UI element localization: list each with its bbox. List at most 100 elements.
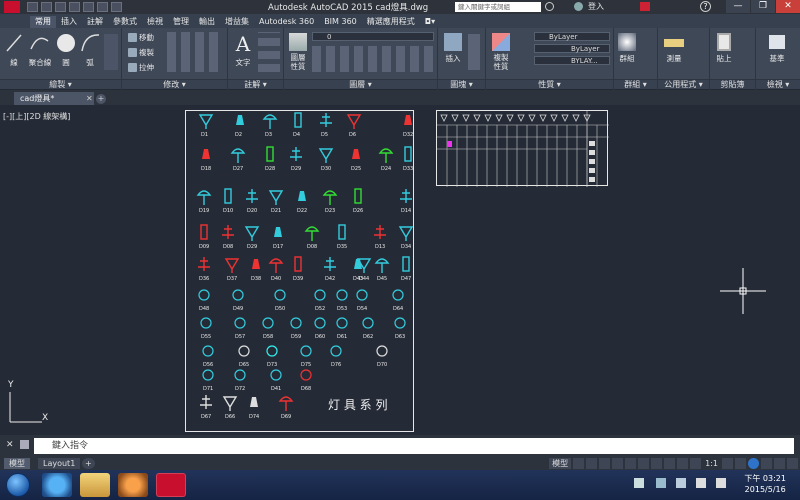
draw-panel-label[interactable]: 繪製 ▾ [0,79,121,89]
customize-icon[interactable] [787,457,798,469]
customize-command-icon[interactable] [20,440,29,449]
lamp-symbol[interactable]: D50 [274,289,286,312]
group-button[interactable]: 群組 [616,31,638,64]
hardware-accel-icon[interactable] [761,457,772,469]
lamp-symbol[interactable]: D37 [224,258,240,282]
lamp-symbol[interactable]: D10 [223,188,233,214]
dimension-icon[interactable] [258,32,280,72]
exchange-icon[interactable] [640,2,650,11]
undo-icon[interactable] [97,2,108,12]
lamp-symbol[interactable]: D23 [322,190,338,214]
lamp-symbol[interactable]: D25 [351,149,361,172]
lamp-symbol[interactable]: D43 [353,259,363,282]
modify-panel-label[interactable]: 修改 ▾ [122,79,227,89]
lamp-symbol[interactable]: D49 [232,289,244,312]
lamp-symbol[interactable]: D24 [378,148,394,172]
tab-featured-apps[interactable]: 精選應用程式 [362,16,420,28]
block-tools-icon[interactable] [468,34,480,70]
auto-scale-icon[interactable] [690,457,702,469]
lamp-symbol[interactable]: D18 [201,149,211,172]
otrack-icon[interactable] [638,457,650,469]
lamp-symbol[interactable]: D70 [376,345,388,368]
annotation-visibility-icon[interactable] [677,457,689,469]
tab-manage[interactable]: 管理 [168,16,194,28]
search-input[interactable]: 鍵入關鍵字或詞組 [455,2,541,12]
lamp-symbol[interactable]: D64 [392,289,404,312]
lamp-symbol[interactable]: D08 [304,226,320,250]
lamp-symbol[interactable]: D32 [403,115,413,138]
move-button[interactable]: 移動 [128,32,154,43]
stretch-button[interactable]: 拉伸 [128,62,154,73]
lineweight-icon[interactable] [651,457,663,469]
base-view-button[interactable]: 基準 [762,31,792,64]
polyline-button[interactable]: 聚合線 [27,31,53,68]
layer-dropdown[interactable]: 0 [312,32,434,41]
lamp-symbol[interactable]: D42 [324,257,336,282]
media-player-icon[interactable] [118,473,148,497]
lamp-symbol[interactable]: D30 [318,148,334,172]
view-panel-label[interactable]: 檢視 ▾ [756,79,800,89]
circle-button[interactable]: 圓 [55,31,77,68]
lamp-symbol[interactable]: D53 [336,289,348,312]
lamp-symbol[interactable]: D17 [273,227,283,250]
clean-screen-icon[interactable] [774,457,785,469]
tab-output[interactable]: 輸出 [194,16,220,28]
lamp-symbol[interactable]: D39 [293,256,303,282]
lamp-symbol[interactable]: D4 [293,112,302,138]
user-icon[interactable] [574,2,583,11]
layer-tools-icon[interactable] [312,46,434,72]
lamp-symbol[interactable]: D73 [266,345,278,368]
layer-properties-button[interactable]: 圖層 性質 [286,31,310,71]
lamp-symbol[interactable]: D47 [401,256,411,282]
tab-options[interactable]: ◘▾ [420,16,440,28]
search-icon[interactable] [545,2,554,11]
save-as-icon[interactable] [69,2,80,12]
sign-in-label[interactable]: 登入 [588,1,604,12]
lamp-symbol[interactable]: D58 [262,317,274,340]
lamp-symbol[interactable]: D22 [297,191,307,214]
lamp-symbol[interactable]: D13 [374,225,386,250]
tab-annotate[interactable]: 註解 [82,16,108,28]
lamp-symbol[interactable]: D63 [394,317,406,340]
lamp-symbol[interactable]: D3 [262,114,278,138]
snap-icon[interactable] [586,457,598,469]
lamp-symbol[interactable]: D36 [198,257,210,282]
isolate-icon[interactable] [748,457,759,469]
lamp-symbol[interactable]: D56 [202,345,214,368]
modify-tools-icon[interactable] [167,32,223,72]
tab-home[interactable]: 常用 [30,16,56,28]
lamp-symbol[interactable]: D75 [300,345,312,368]
linetype-dropdown[interactable]: ByLayer [534,44,610,53]
lamp-symbol[interactable]: D62 [362,317,374,340]
flag-icon[interactable] [696,478,706,488]
document-tab[interactable]: cad燈具* [14,92,94,105]
line-button[interactable]: 線 [3,31,25,68]
lamp-symbol[interactable]: D69 [278,396,294,420]
lamp-symbol[interactable]: D48 [198,289,210,312]
close-button[interactable]: ✕ [776,0,800,13]
lamp-symbol[interactable]: D67 [200,395,212,420]
keyboard-icon[interactable] [634,478,644,488]
lineweight-dropdown[interactable]: BYLAY... [534,56,610,65]
lamp-symbol[interactable]: D2 [235,115,244,138]
tab-parametric[interactable]: 參數式 [108,16,142,28]
ortho-icon[interactable] [599,457,611,469]
lamp-symbol[interactable]: D72 [234,369,246,392]
block-panel-label[interactable]: 圖塊 ▾ [438,79,485,89]
lamp-symbol[interactable]: D76 [330,345,342,368]
lamp-symbol[interactable]: D45 [374,258,390,282]
model-space-toggle[interactable]: 模型 [549,457,572,469]
lamp-symbol[interactable]: D28 [265,146,275,172]
color-dropdown[interactable]: ByLayer [534,32,610,41]
lamp-symbol[interactable]: D14 [400,189,412,214]
lamp-symbol[interactable]: D61 [336,317,348,340]
lamp-symbol[interactable]: D41 [270,369,282,392]
text-button[interactable]: A 文字 [232,31,254,68]
lamp-symbol[interactable]: D20 [246,189,258,214]
osnap-icon[interactable] [625,457,637,469]
plus-icon[interactable] [735,457,746,469]
lamp-symbol[interactable]: D26 [353,188,363,214]
polar-icon[interactable] [612,457,624,469]
viewport-controls[interactable]: [-][上][2D 線架構] [3,111,70,122]
lamp-symbol[interactable]: D52 [314,289,326,312]
